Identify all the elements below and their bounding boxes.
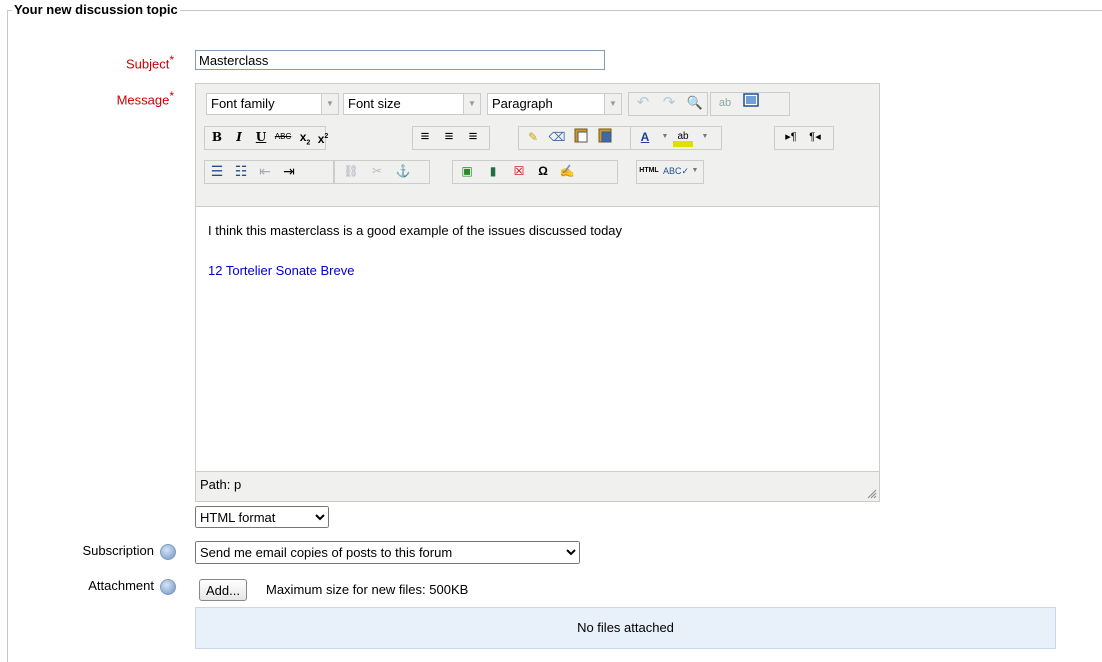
toolbar-group-color: A ▼ ab ▼ — [630, 126, 722, 150]
files-area[interactable]: No files attached — [195, 607, 1056, 649]
numbered-list-icon[interactable]: ☷ — [231, 161, 251, 181]
help-icon[interactable] — [160, 543, 176, 560]
fieldset-legend: Your new discussion topic — [12, 2, 180, 17]
add-file-button[interactable]: Add... — [199, 579, 247, 601]
attachment-label: Attachment — [30, 578, 176, 595]
font-family-select[interactable]: Font family ▼ — [206, 93, 339, 115]
chevron-down-icon: ▼ — [463, 94, 480, 114]
paste-text-icon[interactable] — [571, 127, 591, 147]
no-files-text: No files attached — [577, 620, 674, 635]
font-size-select[interactable]: Font size ▼ — [343, 93, 481, 115]
toolbar-group-code: HTML ABC✓ ▼ — [636, 160, 704, 184]
subscription-select[interactable]: Send me email copies of posts to this fo… — [195, 541, 580, 564]
anchor-icon[interactable]: ⚓ — [393, 161, 413, 181]
toolbar-group-direction: ▸¶ ¶◂ — [774, 126, 834, 150]
fullscreen-icon[interactable] — [741, 93, 761, 113]
image-icon[interactable]: ▣ — [457, 161, 477, 181]
subject-label: Subject* — [90, 52, 174, 71]
html-icon[interactable]: HTML — [639, 161, 659, 181]
search-icon[interactable]: 🔍 — [685, 93, 705, 113]
format-select[interactable]: HTML format — [195, 506, 329, 528]
indent-icon[interactable]: ⇥ — [279, 161, 299, 181]
bullet-list-icon[interactable]: ☰ — [207, 161, 227, 181]
paste-word-icon[interactable] — [595, 127, 615, 147]
font-family-value: Font family — [211, 96, 275, 111]
toolbar-group-history: ↶ ↷ 🔍 — [628, 92, 708, 116]
chevron-down-icon[interactable]: ▼ — [655, 127, 675, 147]
toolbar-group-style: B I U ABC x2 x2 — [204, 126, 328, 150]
toolbar-group-link: ⛓ ✂ ⚓ — [334, 160, 430, 184]
undo-icon[interactable]: ↶ — [633, 93, 653, 113]
subscription-label: Subscription — [30, 543, 176, 560]
required-icon: * — [169, 53, 174, 67]
redo-icon[interactable]: ↷ — [659, 93, 679, 113]
toolbar-group-find: ab — [710, 92, 790, 116]
outdent-icon[interactable]: ⇤ — [255, 161, 275, 181]
replace-icon[interactable]: ab — [715, 93, 735, 113]
strikethrough-icon[interactable]: ABC — [273, 127, 293, 147]
subject-input[interactable] — [195, 50, 605, 70]
font-size-value: Font size — [348, 96, 401, 111]
unlink-icon[interactable]: ✂ — [367, 161, 387, 181]
editor-path: Path: p — [200, 477, 242, 492]
link-icon[interactable]: ⛓ — [341, 161, 361, 181]
rtl-icon[interactable]: ¶◂ — [805, 127, 825, 147]
subscription-label-text: Subscription — [82, 543, 154, 558]
align-right-icon[interactable]: ≡ — [463, 127, 483, 147]
resize-handle-icon[interactable] — [867, 489, 877, 499]
help-icon[interactable] — [160, 578, 176, 595]
content-paragraph: I think this masterclass is a good examp… — [208, 223, 623, 238]
subscript-icon[interactable]: x2 — [295, 127, 315, 147]
eraser-icon[interactable]: ⌫ — [547, 127, 567, 147]
content-link[interactable]: 12 Tortelier Sonate Breve — [208, 263, 354, 278]
toolbar-group-clipboard: ✎ ⌫ — [518, 126, 646, 150]
align-left-icon[interactable]: ≡ — [415, 127, 435, 147]
ltr-icon[interactable]: ▸¶ — [781, 127, 801, 147]
highlight-color-icon[interactable]: ab — [673, 127, 693, 147]
text-color-icon[interactable]: A — [635, 127, 655, 147]
required-icon: * — [169, 89, 174, 103]
chevron-down-icon: ▼ — [604, 94, 621, 114]
message-label-text: Message — [116, 92, 170, 108]
block-format-select[interactable]: Paragraph ▼ — [487, 93, 622, 115]
attachment-label-text: Attachment — [88, 578, 154, 593]
chevron-down-icon[interactable]: ▼ — [685, 161, 705, 181]
nolink-icon[interactable]: ☒ — [509, 161, 529, 181]
block-format-value: Paragraph — [492, 96, 553, 111]
toolbar-group-insert: ▣ ▮ ☒ Ω ✍ — [452, 160, 618, 184]
message-label: Message* — [90, 88, 174, 107]
italic-icon[interactable]: I — [229, 127, 249, 147]
bold-icon[interactable]: B — [207, 127, 227, 147]
superscript-icon[interactable]: x2 — [313, 127, 333, 147]
chevron-down-icon[interactable]: ▼ — [695, 127, 715, 147]
subject-label-text: Subject — [125, 56, 170, 72]
underline-icon[interactable]: U — [251, 127, 271, 147]
toolbar-group-align: ≡ ≡ ≡ — [412, 126, 490, 150]
edit-icon[interactable]: ✍ — [557, 161, 577, 181]
rich-text-editor: Font family ▼ Font size ▼ Paragraph ▼ ↶ ↷ 🔍… — [195, 83, 880, 502]
content-link-paragraph: 12 Tortelier Sonate Breve — [208, 263, 354, 278]
max-size-text: Maximum size for new files: 500KB — [266, 582, 469, 597]
media-icon[interactable]: ▮ — [483, 161, 503, 181]
spellcheck-icon[interactable]: ABC✓ — [663, 161, 689, 181]
chevron-down-icon: ▼ — [321, 94, 338, 114]
align-center-icon[interactable]: ≡ — [439, 127, 459, 147]
toolbar-group-list: ☰ ☷ ⇤ ⇥ — [204, 160, 334, 184]
brush-icon[interactable]: ✎ — [523, 127, 543, 147]
special-char-icon[interactable]: Ω — [533, 161, 553, 181]
editor-content[interactable]: I think this masterclass is a good examp… — [196, 206, 879, 472]
